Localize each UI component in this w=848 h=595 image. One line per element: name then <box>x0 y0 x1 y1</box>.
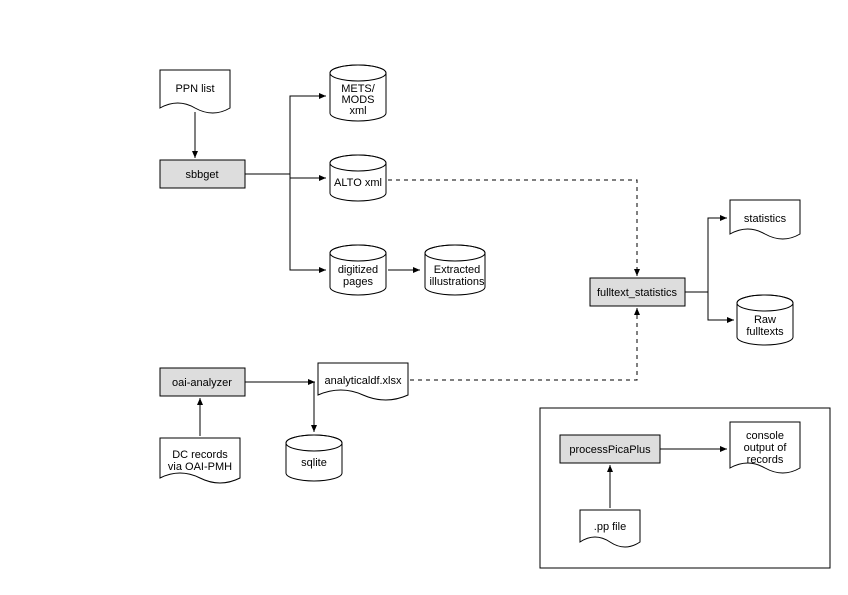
node-sqlite: sqlite <box>286 435 342 481</box>
svg-text:records: records <box>747 454 784 466</box>
svg-text:PPN list: PPN list <box>175 83 214 95</box>
svg-text:illustrations: illustrations <box>429 276 485 288</box>
svg-text:pages: pages <box>343 276 373 288</box>
svg-text:DC records: DC records <box>172 449 228 461</box>
svg-text:sqlite: sqlite <box>301 457 327 469</box>
svg-text:output of: output of <box>744 442 788 454</box>
svg-text:ALTO xml: ALTO xml <box>334 177 382 189</box>
svg-text:console: console <box>746 430 784 442</box>
node-console-output: console output of records <box>730 422 800 473</box>
flow-diagram: PPN list sbbget METS/ MODS xml ALTO xml … <box>0 0 848 595</box>
svg-text:oai-analyzer: oai-analyzer <box>172 377 232 389</box>
node-alto-xml: ALTO xml <box>330 155 386 201</box>
node-processpicaplus: processPicaPlus <box>560 435 660 463</box>
node-dc-records: DC records via OAI-PMH <box>160 438 240 483</box>
node-mets-mods: METS/ MODS xml <box>330 65 386 121</box>
svg-text:statistics: statistics <box>744 213 787 225</box>
svg-text:analyticaldf.xlsx: analyticaldf.xlsx <box>324 375 402 387</box>
edge-sbbget-digitized <box>245 174 326 270</box>
svg-text:.pp file: .pp file <box>594 521 626 533</box>
node-sbbget: sbbget <box>160 160 245 188</box>
node-oai-analyzer: oai-analyzer <box>160 368 245 396</box>
svg-text:digitized: digitized <box>338 264 378 276</box>
node-digitized-pages: digitized pages <box>330 245 386 295</box>
edge-analytical-fulltext <box>410 308 637 380</box>
svg-text:fulltext_statistics: fulltext_statistics <box>597 287 678 299</box>
svg-text:fulltexts: fulltexts <box>746 326 784 338</box>
edge-fulltext-raw <box>685 292 734 320</box>
edge-fulltext-stats <box>685 218 727 292</box>
svg-text:processPicaPlus: processPicaPlus <box>569 444 651 456</box>
node-extracted-illustrations: Extracted illustrations <box>425 245 485 295</box>
node-fulltext-statistics: fulltext_statistics <box>590 278 685 306</box>
edge-sbbget-alto <box>245 174 326 178</box>
svg-text:Extracted: Extracted <box>434 264 480 276</box>
node-pp-file: .pp file <box>580 510 640 547</box>
edge-sbbget-mets <box>245 96 326 174</box>
node-statistics: statistics <box>730 200 800 239</box>
node-raw-fulltexts: Raw fulltexts <box>737 295 793 345</box>
svg-text:xml: xml <box>349 105 366 117</box>
node-ppn-list: PPN list <box>160 70 230 113</box>
svg-text:Raw: Raw <box>754 314 776 326</box>
node-analyticaldf: analyticaldf.xlsx <box>318 363 408 400</box>
svg-text:sbbget: sbbget <box>185 169 218 181</box>
svg-text:via OAI-PMH: via OAI-PMH <box>168 461 232 473</box>
